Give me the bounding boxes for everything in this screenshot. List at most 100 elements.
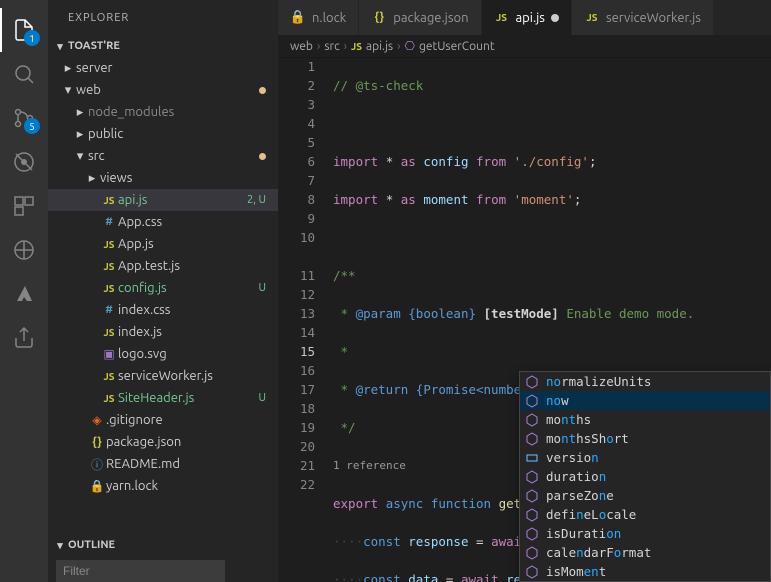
suggest-item[interactable]: now <box>520 391 770 410</box>
tree-folder[interactable]: ▸views <box>48 167 278 189</box>
method-icon <box>524 393 540 409</box>
tree-file[interactable]: JSSiteHeader.jsU <box>48 387 278 409</box>
tree-file[interactable]: JSserviceWorker.js <box>48 365 278 387</box>
suggest-item[interactable]: calendarFormat <box>520 543 770 562</box>
chevron-down-icon: ▾ <box>60 83 76 98</box>
tab-api[interactable]: JS api.js <box>482 0 572 35</box>
tree-file[interactable]: 🔒yarn.lock <box>48 475 278 497</box>
line-number: 19 <box>278 418 315 437</box>
code-editor[interactable]: 12345678910111213141516171819202122 // @… <box>278 57 771 582</box>
line-number: 12 <box>278 285 315 304</box>
section-header-outline[interactable]: ▾ OUTLINE <box>48 534 278 556</box>
tree-file[interactable]: ◈.gitignore <box>48 409 278 431</box>
chevron-right-icon: › <box>344 40 347 53</box>
breadcrumbs[interactable]: web›src›JSapi.js›⎔getUserCount <box>278 35 771 57</box>
css-file-icon: # <box>100 216 118 228</box>
line-number: 13 <box>278 304 315 323</box>
sidebar-title: EXPLORER <box>48 0 278 35</box>
suggest-item[interactable]: isDuration <box>520 524 770 543</box>
tree-file[interactable]: JSApp.test.js <box>48 255 278 277</box>
method-icon <box>524 374 540 390</box>
activity-search[interactable] <box>0 52 48 96</box>
chevron-right-icon: › <box>397 40 400 53</box>
tree-item-label: README.md <box>106 457 266 471</box>
suggest-item[interactable]: parseZone <box>520 486 770 505</box>
tab-label: api.js <box>516 11 545 25</box>
lock-file-icon: 🔒 <box>88 479 106 493</box>
line-number: 17 <box>278 380 315 399</box>
tree-folder[interactable]: ▾src <box>48 145 278 167</box>
activity-liveshare[interactable] <box>0 316 48 360</box>
line-number: 16 <box>278 361 315 380</box>
tree-file[interactable]: JSindex.js <box>48 321 278 343</box>
suggest-item[interactable]: months <box>520 410 770 429</box>
suggest-item[interactable]: defineLocale <box>520 505 770 524</box>
line-number: 22 <box>278 475 315 494</box>
suggest-item[interactable]: version <box>520 448 770 467</box>
tree-folder[interactable]: ▸node_modules <box>48 101 278 123</box>
line-number: 14 <box>278 323 315 342</box>
git-status: 2, U <box>247 194 266 206</box>
section-header-label: TOAST'RE <box>68 40 120 52</box>
tree-file[interactable]: JSconfig.jsU <box>48 277 278 299</box>
editor-group: 🔒n.lock{}package.json JS api.js JSserviceWo… <box>278 0 771 582</box>
tree-file[interactable]: JSApp.js <box>48 233 278 255</box>
tree-file[interactable]: JSapi.js2, U <box>48 189 278 211</box>
suggest-item[interactable]: duration <box>520 467 770 486</box>
tree-item-label: web <box>76 83 259 97</box>
activity-remote[interactable] <box>0 228 48 272</box>
tree-folder[interactable]: ▸public <box>48 123 278 145</box>
tree-item-label: config.js <box>118 281 252 295</box>
tab-label: serviceWorker.js <box>606 11 701 25</box>
breadcrumb-item[interactable]: getUserCount <box>419 40 495 53</box>
activity-azure[interactable] <box>0 272 48 316</box>
suggest-item[interactable]: normalizeUnits <box>520 372 770 391</box>
suggest-label: duration <box>546 467 606 486</box>
tree-folder[interactable]: ▾web <box>48 79 278 101</box>
tree-file[interactable]: ▣logo.svg <box>48 343 278 365</box>
tree-folder[interactable]: ▸server <box>48 57 278 79</box>
tree-file[interactable]: #index.css <box>48 299 278 321</box>
activity-explorer[interactable]: 1 <box>0 8 48 52</box>
js-file-icon: JS <box>100 261 118 272</box>
tree-file[interactable]: #App.css <box>48 211 278 233</box>
tree-file[interactable]: ⓘREADME.md <box>48 453 278 475</box>
tab-lock[interactable]: 🔒n.lock <box>278 0 359 35</box>
activity-extensions[interactable] <box>0 184 48 228</box>
suggest-widget[interactable]: normalizeUnitsnowmonthsmonthsShortversio… <box>519 371 771 582</box>
breadcrumb-item[interactable]: src <box>324 40 339 53</box>
section-header-workspace[interactable]: ▾ TOAST'RE <box>48 35 278 57</box>
line-number: 10 <box>278 228 315 247</box>
suggest-item[interactable]: isMoment <box>520 562 770 581</box>
activity-scm[interactable]: 5 <box>0 96 48 140</box>
outline-panel <box>48 556 278 582</box>
modified-dot-icon <box>259 153 266 160</box>
tree-item-label: SiteHeader.js <box>118 391 252 405</box>
chevron-down-icon: ▾ <box>52 40 68 53</box>
suggest-item[interactable]: monthsShort <box>520 429 770 448</box>
git-status: U <box>258 282 266 294</box>
breadcrumb-item[interactable]: web <box>290 40 313 53</box>
suggest-label: now <box>546 391 569 410</box>
tab-pkg[interactable]: {}package.json <box>359 0 481 35</box>
suggest-label: isMoment <box>546 562 606 581</box>
js-file-icon: JS <box>100 393 118 404</box>
activity-debug[interactable] <box>0 140 48 184</box>
chevron-right-icon: ▸ <box>72 105 88 120</box>
line-number: 11 <box>278 266 315 285</box>
extensions-icon <box>12 194 36 218</box>
tab-sw[interactable]: JSserviceWorker.js <box>572 0 714 35</box>
line-number: 7 <box>278 171 315 190</box>
debug-icon <box>12 150 36 174</box>
method-icon <box>524 526 540 542</box>
file-tree[interactable]: ▸server▾web▸node_modules▸public▾src▸view… <box>48 57 278 534</box>
outline-filter-input[interactable] <box>56 560 225 582</box>
method-icon <box>524 545 540 561</box>
tree-file[interactable]: {}package.json <box>48 431 278 453</box>
breadcrumb-item[interactable]: api.js <box>366 40 393 53</box>
line-number: 21 <box>278 456 315 475</box>
js-file-icon: JS <box>494 12 510 23</box>
suggest-label: calendarFormat <box>546 543 651 562</box>
lock-file-icon: 🔒 <box>290 10 306 25</box>
line-number-gutter: 12345678910111213141516171819202122 <box>278 57 333 582</box>
